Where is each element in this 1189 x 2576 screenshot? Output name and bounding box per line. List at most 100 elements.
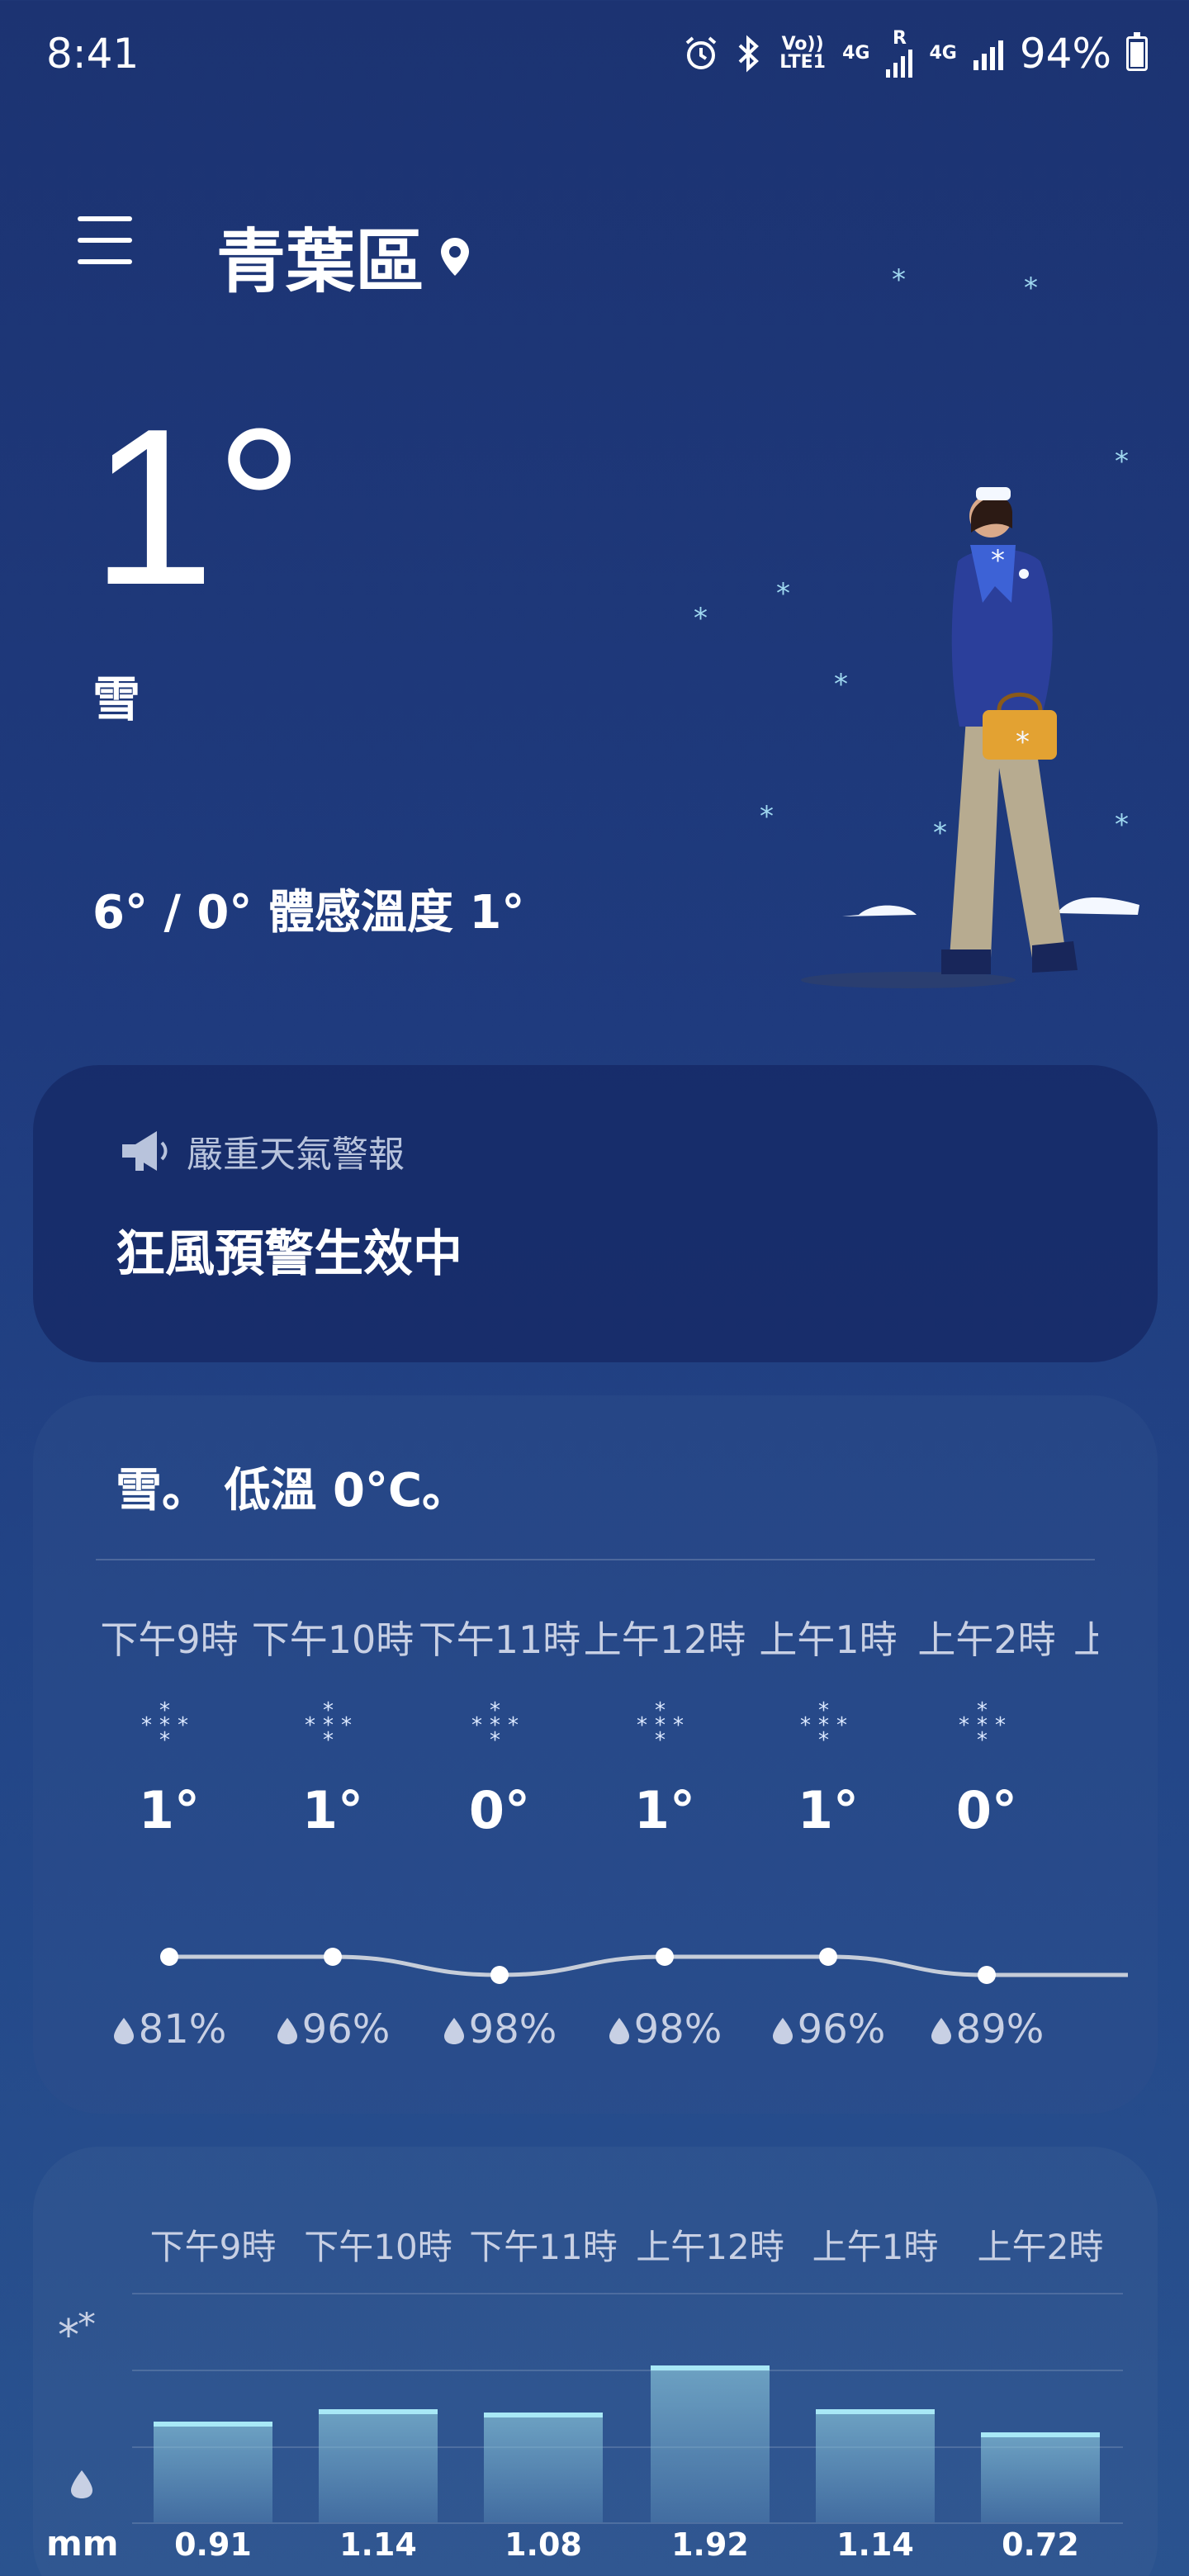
battery-percent: 94% xyxy=(1019,30,1111,78)
hourly-humidity: 98% xyxy=(582,2006,747,2053)
raindrop-icon xyxy=(931,2018,951,2044)
temperature-point xyxy=(656,1948,674,1966)
snow-icon: * * * * * xyxy=(467,1698,533,1755)
precip-value: 0.72 xyxy=(1002,2526,1079,2563)
snow-icon: * * * * * xyxy=(632,1698,698,1755)
svg-text:*: * xyxy=(471,1713,482,1738)
precipitation-unit: mm xyxy=(46,2523,119,2564)
svg-text:*: * xyxy=(323,1713,334,1738)
svg-text:*: * xyxy=(694,602,708,635)
precip-value: 1.92 xyxy=(671,2526,749,2563)
hourly-temperature: 1° xyxy=(633,1780,696,1840)
hourly-time-label: 下午10時 xyxy=(251,1617,414,1662)
svg-text:*: * xyxy=(760,800,774,833)
hourly-time-label: 上午2時 xyxy=(917,1617,1056,1662)
precip-time-label: 下午9時 xyxy=(149,2227,277,2267)
hourly-item[interactable]: 下午11時 * * * * * 0° xyxy=(417,1610,582,1840)
snowflakes-icon: * * xyxy=(58,2304,107,2365)
svg-text:*: * xyxy=(991,544,1005,577)
snow-icon: * * * * * xyxy=(954,1698,1020,1755)
bluetooth-icon xyxy=(738,35,760,73)
precip-gridline xyxy=(132,2522,1123,2524)
precip-bar xyxy=(319,2409,438,2522)
hourly-humidity: 98% xyxy=(417,2006,582,2053)
precip-bar xyxy=(484,2413,603,2522)
precip-time-label: 上午2時 xyxy=(977,2227,1104,2267)
signal-icon xyxy=(886,50,913,78)
menu-button[interactable] xyxy=(78,216,132,266)
status-time: 8:41 xyxy=(46,30,140,78)
alarm-icon xyxy=(685,36,717,69)
precip-value: 1.14 xyxy=(339,2526,417,2563)
snow-icon: * * * * * xyxy=(300,1698,366,1755)
svg-text:*: * xyxy=(178,1713,188,1738)
svg-text:*: * xyxy=(1024,272,1038,305)
raindrop-icon xyxy=(609,2018,629,2044)
svg-text:*: * xyxy=(834,668,848,701)
svg-text:*: * xyxy=(959,1713,969,1738)
svg-text:*: * xyxy=(159,1713,170,1738)
hourly-humidity: 96% xyxy=(250,2006,415,2053)
current-condition: 雪 xyxy=(92,671,141,727)
hourly-item[interactable]: 上午12時 * * * * * 1° xyxy=(582,1610,747,1840)
signal-icon-2 xyxy=(973,40,1003,70)
network-type-1: 4G xyxy=(842,43,870,64)
temperature-point xyxy=(324,1948,342,1966)
svg-text:*: * xyxy=(655,1713,666,1738)
raindrop-icon xyxy=(443,2018,464,2044)
svg-text:*: * xyxy=(490,1713,500,1738)
severe-weather-alert-card[interactable]: 嚴重天氣警報 狂風預警生效中 xyxy=(33,1065,1158,1362)
megaphone-icon xyxy=(122,1131,168,1171)
location-name: 青葉區 xyxy=(216,221,425,302)
precip-gridline xyxy=(132,2370,1123,2371)
temperature-curve xyxy=(160,1948,1128,1984)
svg-text:*: * xyxy=(1016,726,1030,759)
svg-text:*: * xyxy=(508,1713,519,1738)
temperature-point xyxy=(819,1948,837,1966)
svg-text:*: * xyxy=(341,1713,352,1738)
hourly-item[interactable]: 上午2時 * * * * * 0° xyxy=(904,1610,1069,1840)
hourly-item[interactable]: 上午1時 * * * * * 1° xyxy=(746,1610,911,1840)
svg-text:*: * xyxy=(818,1713,829,1738)
hourly-temperature: 0° xyxy=(468,1780,531,1840)
svg-text:*: * xyxy=(673,1713,684,1738)
raindrop-icon xyxy=(113,2018,134,2044)
temperature-point xyxy=(160,1948,178,1966)
svg-text:*: * xyxy=(836,1713,847,1738)
hourly-temperature: 1° xyxy=(797,1780,860,1840)
svg-text:*: * xyxy=(933,817,947,850)
precip-bar xyxy=(154,2422,272,2522)
svg-text:*: * xyxy=(776,577,790,610)
precip-bar xyxy=(981,2432,1100,2522)
temperature-point xyxy=(490,1966,509,1984)
precip-bar xyxy=(816,2409,935,2522)
status-icons: Vo)) LTE1 4G R 4G 94% xyxy=(682,30,1148,78)
hourly-item[interactable]: 下午9時 * * * * * 1° xyxy=(87,1610,252,1840)
hourly-item[interactable]: 下午10時 * * * * * 1° xyxy=(250,1610,415,1840)
location-title[interactable]: 青葉區 xyxy=(216,206,471,306)
temperature-point xyxy=(978,1966,996,1984)
hourly-temperature: 1° xyxy=(138,1780,201,1840)
alert-title: 嚴重天氣警報 xyxy=(187,1134,405,1176)
alert-message: 狂風預警生效中 xyxy=(116,1225,462,1283)
hourly-humidity: 81% xyxy=(87,2006,252,2053)
hourly-time-label: 上午1時 xyxy=(759,1617,898,1662)
precip-gridline xyxy=(132,2446,1123,2448)
svg-text:*: * xyxy=(995,1713,1006,1738)
hourly-summary: 雪。 低溫 0°C。 xyxy=(116,1464,469,1518)
high-low-feels-like: 6° / 0° 體感溫度 1° xyxy=(92,886,525,940)
svg-text:*: * xyxy=(58,2312,79,2361)
location-pin-icon xyxy=(441,237,470,276)
hourly-item-partial: 上 xyxy=(1073,1617,1098,1662)
svg-text:*: * xyxy=(637,1713,647,1738)
network-type-2: 4G xyxy=(929,43,957,64)
raindrop-icon xyxy=(277,2018,297,2044)
precip-time-label: 下午11時 xyxy=(469,2227,618,2267)
precip-value: 1.14 xyxy=(836,2526,914,2563)
roaming-label: R xyxy=(893,28,907,49)
raindrop-icon xyxy=(69,2469,94,2503)
svg-text:*: * xyxy=(977,1713,988,1738)
precip-time-label: 上午1時 xyxy=(812,2227,939,2267)
svg-text:*: * xyxy=(892,263,906,296)
precip-value: 0.91 xyxy=(174,2526,252,2563)
